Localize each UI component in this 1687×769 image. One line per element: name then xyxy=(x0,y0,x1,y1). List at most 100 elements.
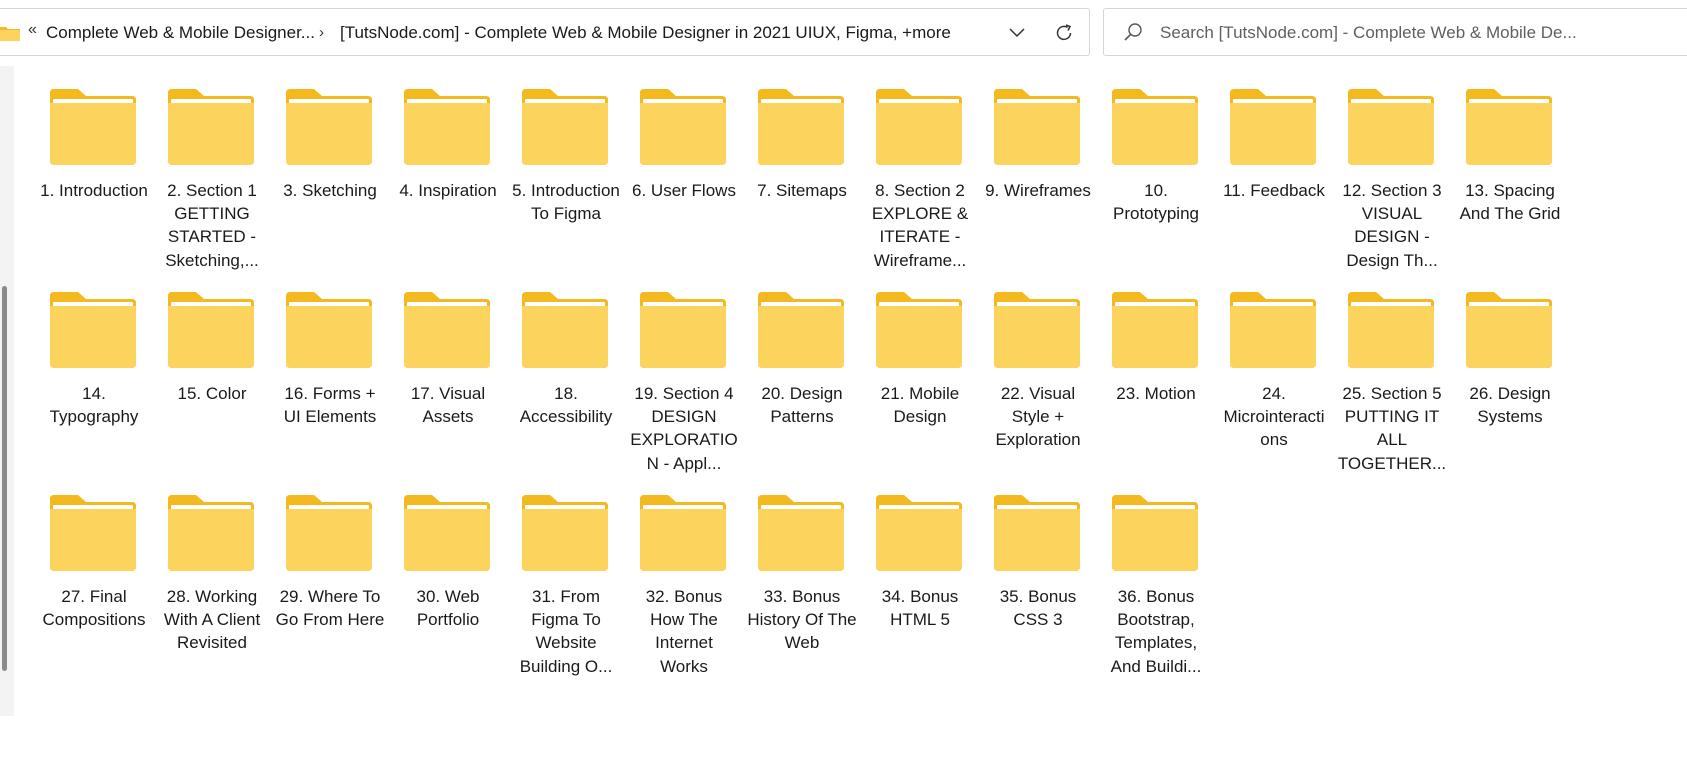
folder-item[interactable]: 32. Bonus How The Internet Works xyxy=(625,490,743,693)
folder-icon xyxy=(758,292,844,368)
folder-item[interactable]: 30. Web Portfolio xyxy=(389,490,507,693)
folder-item[interactable]: 5. Introduction To Figma xyxy=(507,84,625,287)
folder-icon xyxy=(1112,89,1198,165)
folder-item[interactable]: 25. Section 5 PUTTING IT ALL TOGETHER... xyxy=(1333,287,1451,490)
folder-label: 33. Bonus History Of The Web xyxy=(747,587,857,653)
folder-label: 16. Forms + UI Elements xyxy=(283,384,377,427)
folder-icon xyxy=(0,27,20,41)
folder-icon xyxy=(994,495,1080,571)
breadcrumb-separator-icon[interactable]: › xyxy=(319,9,324,57)
folder-item[interactable]: 35. Bonus CSS 3 xyxy=(979,490,1097,693)
folder-item[interactable]: 24. Microinteractions xyxy=(1215,287,1333,490)
folder-icon xyxy=(522,89,608,165)
folder-label: 23. Motion xyxy=(1116,384,1196,403)
chevron-down-icon[interactable] xyxy=(1004,21,1030,45)
folder-item[interactable]: 21. Mobile Design xyxy=(861,287,979,490)
folder-item[interactable]: 19. Section 4 DESIGN EXPLORATION - Appl.… xyxy=(625,287,743,490)
folder-item[interactable]: 36. Bonus Bootstrap, Templates, And Buil… xyxy=(1097,490,1215,693)
search-icon xyxy=(1124,23,1142,41)
folder-label: 10. Prototyping xyxy=(1113,181,1199,224)
folder-icon xyxy=(1112,495,1198,571)
folder-item[interactable]: 6. User Flows xyxy=(625,84,743,287)
folder-label: 35. Bonus CSS 3 xyxy=(999,587,1077,630)
folder-item[interactable]: 1. Introduction xyxy=(35,84,153,287)
folder-label: 5. Introduction To Figma xyxy=(512,181,620,224)
folder-item[interactable]: 11. Feedback xyxy=(1215,84,1333,287)
folder-icon xyxy=(522,495,608,571)
folder-item[interactable]: 9. Wireframes xyxy=(979,84,1097,287)
folder-item[interactable]: 15. Color xyxy=(153,287,271,490)
search-box[interactable]: Search [TutsNode.com] - Complete Web & M… xyxy=(1103,8,1687,56)
folder-icon xyxy=(50,89,136,165)
folder-label: 27. Final Compositions xyxy=(42,587,146,630)
folder-icon xyxy=(522,292,608,368)
folder-icon xyxy=(758,495,844,571)
folder-item[interactable]: 27. Final Compositions xyxy=(35,490,153,693)
folder-label: 28. Working With A Client Revisited xyxy=(163,587,261,653)
folder-label: 13. Spacing And The Grid xyxy=(1459,181,1561,224)
folder-icon xyxy=(640,495,726,571)
navigation-pane-edge xyxy=(0,66,14,716)
folder-item[interactable]: 10. Prototyping xyxy=(1097,84,1215,287)
folder-icon xyxy=(876,292,962,368)
folder-item[interactable]: 12. Section 3 VISUAL DESIGN - Design Th.… xyxy=(1333,84,1451,287)
folder-icon xyxy=(1466,292,1552,368)
folder-item[interactable]: 7. Sitemaps xyxy=(743,84,861,287)
breadcrumb-current[interactable]: [TutsNode.com] - Complete Web & Mobile D… xyxy=(340,9,951,57)
folder-item[interactable]: 26. Design Systems xyxy=(1451,287,1569,490)
folder-icon xyxy=(640,292,726,368)
folder-icon xyxy=(168,292,254,368)
folder-item[interactable]: 2. Section 1 GETTING STARTED - Sketching… xyxy=(153,84,271,287)
folder-icon xyxy=(1112,292,1198,368)
folder-item[interactable]: 14. Typography xyxy=(35,287,153,490)
folder-item[interactable]: 33. Bonus History Of The Web xyxy=(743,490,861,693)
folder-label: 14. Typography xyxy=(49,384,139,427)
breadcrumb-parent[interactable]: Complete Web & Mobile Designer... xyxy=(46,9,315,57)
folder-icon xyxy=(994,292,1080,368)
folder-icon xyxy=(1230,89,1316,165)
folder-item[interactable]: 31. From Figma To Website Building O... xyxy=(507,490,625,693)
folder-item[interactable]: 8. Section 2 EXPLORE & ITERATE - Wirefra… xyxy=(861,84,979,287)
folder-icon xyxy=(404,495,490,571)
folder-icon xyxy=(758,89,844,165)
folder-icon xyxy=(876,89,962,165)
folder-label: 18. Accessibility xyxy=(519,384,613,427)
folder-label: 11. Feedback xyxy=(1223,181,1325,200)
folder-label: 30. Web Portfolio xyxy=(416,587,480,630)
folder-item[interactable]: 13. Spacing And The Grid xyxy=(1451,84,1569,287)
folder-icon xyxy=(640,89,726,165)
folder-label: 26. Design Systems xyxy=(1469,384,1551,427)
folder-icon xyxy=(994,89,1080,165)
folder-label: 17. Visual Assets xyxy=(410,384,486,427)
folder-item[interactable]: 18. Accessibility xyxy=(507,287,625,490)
folder-icon xyxy=(876,495,962,571)
folder-item[interactable]: 20. Design Patterns xyxy=(743,287,861,490)
folder-label: 8. Section 2 EXPLORE & ITERATE - Wirefra… xyxy=(871,181,969,270)
folder-item[interactable]: 28. Working With A Client Revisited xyxy=(153,490,271,693)
folder-label: 25. Section 5 PUTTING IT ALL TOGETHER... xyxy=(1337,384,1447,473)
folder-label: 3. Sketching xyxy=(283,181,377,200)
folder-label: 21. Mobile Design xyxy=(880,384,960,427)
folder-label: 1. Introduction xyxy=(40,181,148,200)
folder-item[interactable]: 23. Motion xyxy=(1097,287,1215,490)
folder-item[interactable]: 16. Forms + UI Elements xyxy=(271,287,389,490)
folder-item[interactable]: 34. Bonus HTML 5 xyxy=(861,490,979,693)
folder-item[interactable]: 4. Inspiration xyxy=(389,84,507,287)
folder-label: 31. From Figma To Website Building O... xyxy=(519,587,613,676)
folder-label: 22. Visual Style + Exploration xyxy=(995,384,1081,450)
address-bar[interactable]: « Complete Web & Mobile Designer... › [T… xyxy=(0,8,1090,56)
status-area xyxy=(0,716,1687,769)
folder-label: 2. Section 1 GETTING STARTED - Sketching… xyxy=(165,181,259,270)
folder-icon xyxy=(404,292,490,368)
overflow-chevron-icon[interactable]: « xyxy=(28,21,37,39)
scrollbar-thumb[interactable] xyxy=(2,286,7,671)
folder-item[interactable]: 29. Where To Go From Here xyxy=(271,490,389,693)
folder-label: 12. Section 3 VISUAL DESIGN - Design Th.… xyxy=(1342,181,1442,270)
folder-item[interactable]: 22. Visual Style + Exploration xyxy=(979,287,1097,490)
refresh-icon[interactable] xyxy=(1050,19,1078,47)
folder-label: 29. Where To Go From Here xyxy=(275,587,385,630)
folder-icon xyxy=(1348,89,1434,165)
folder-label: 34. Bonus HTML 5 xyxy=(881,587,959,630)
folder-item[interactable]: 3. Sketching xyxy=(271,84,389,287)
folder-item[interactable]: 17. Visual Assets xyxy=(389,287,507,490)
